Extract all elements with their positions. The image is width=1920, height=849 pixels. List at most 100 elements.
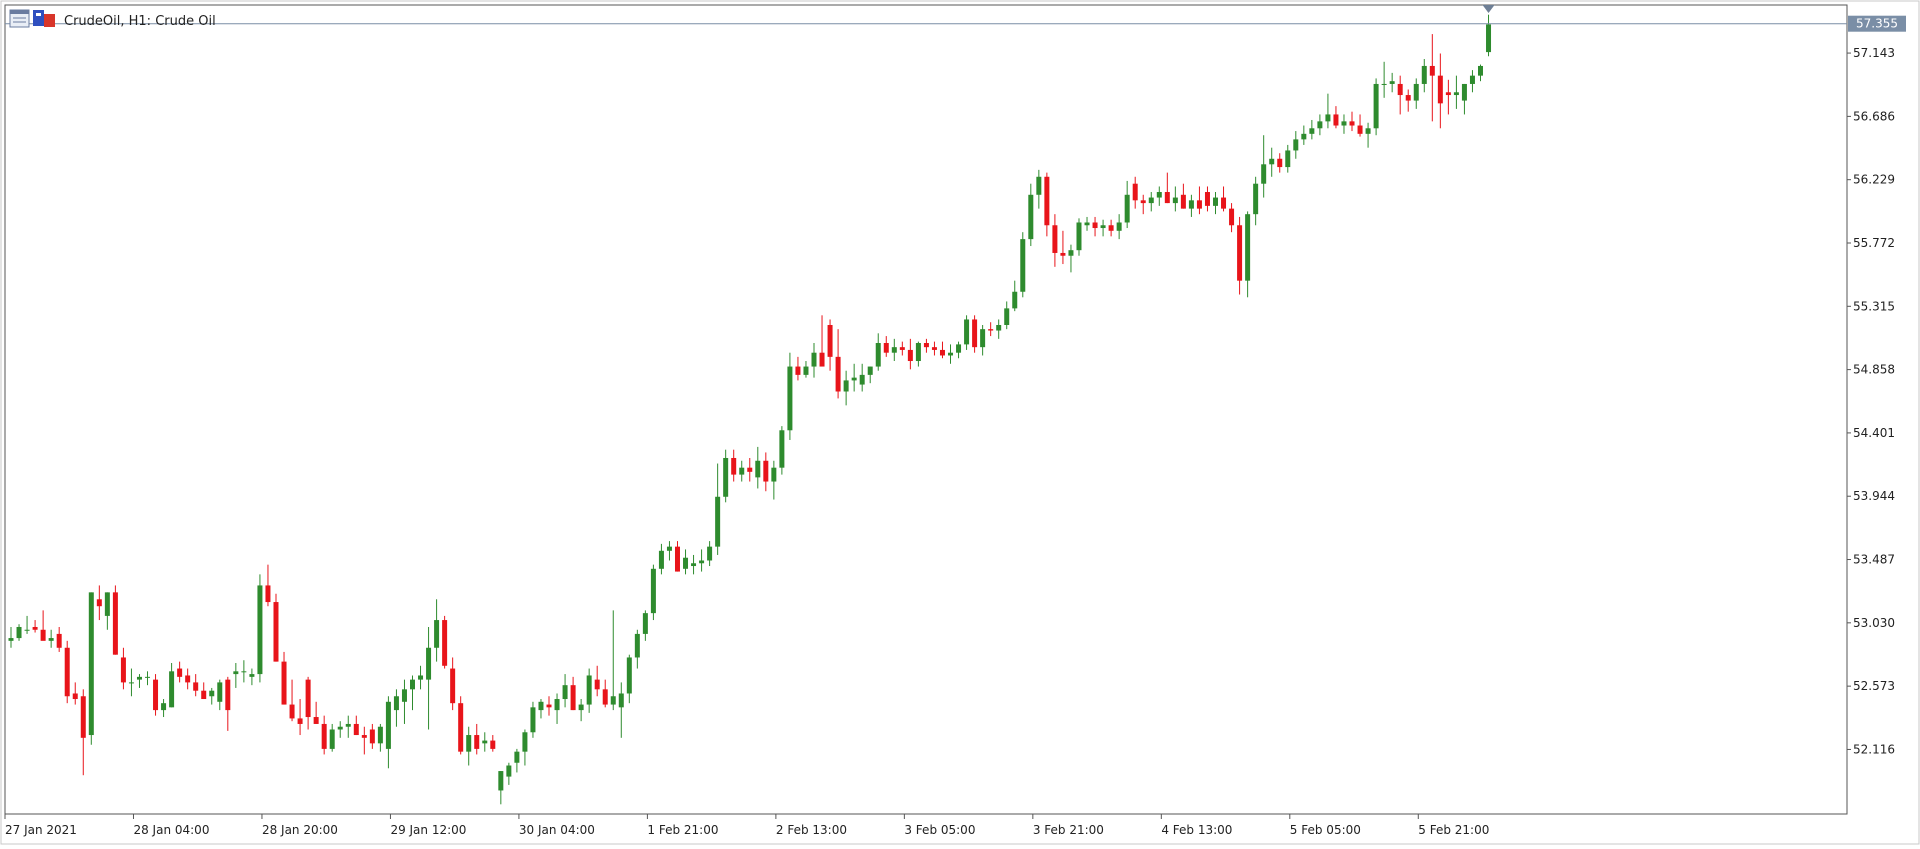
y-tick-label: 53.944 <box>1853 489 1895 503</box>
candle-body <box>1060 252 1066 256</box>
candle-18 <box>153 674 159 716</box>
candle-body <box>747 467 753 472</box>
candle-body <box>474 735 480 749</box>
candle-body <box>345 723 351 727</box>
candle-body <box>185 675 191 683</box>
candle-body <box>48 638 54 641</box>
candle-body <box>1477 65 1483 76</box>
x-tick-label: 2 Feb 13:00 <box>776 823 847 837</box>
candle-body <box>602 689 608 705</box>
candle-body <box>257 585 263 675</box>
candle-body <box>434 620 440 648</box>
candle-body <box>851 377 857 381</box>
candle-body <box>305 679 311 718</box>
y-tick-label: 57.143 <box>1853 46 1895 60</box>
candle-body <box>361 735 367 738</box>
candle-body <box>297 718 303 724</box>
candle-body <box>1365 128 1371 134</box>
candle-body <box>393 696 399 711</box>
candle-body <box>1397 83 1403 96</box>
candle-body <box>458 703 464 752</box>
candle-body <box>1253 183 1259 215</box>
candle-body <box>385 701 391 749</box>
candle-body <box>763 460 769 482</box>
candle-body <box>506 765 512 777</box>
candle-body <box>948 352 954 356</box>
chart-window[interactable]: 57.143 56.686 56.229 55.772 55.315 54.858 54.4… <box>0 0 1920 845</box>
candle-body <box>795 366 801 375</box>
candle-body <box>1486 24 1492 53</box>
chart-window-icon[interactable] <box>9 9 30 28</box>
candle-body <box>1453 92 1459 96</box>
candle-80 <box>650 564 656 621</box>
candle-body <box>1357 125 1363 134</box>
candle-body <box>1172 197 1178 204</box>
candle-body <box>1429 65 1435 76</box>
candle-body <box>1020 239 1026 292</box>
candle-body <box>466 735 472 752</box>
candle-body <box>80 696 86 738</box>
candle-body <box>153 679 159 711</box>
candle-body <box>1164 192 1170 204</box>
candle-body <box>1028 194 1034 240</box>
candle-body <box>988 329 994 331</box>
candle-body <box>1349 121 1355 126</box>
x-tick-label: 1 Feb 21:00 <box>647 823 718 837</box>
candle-body <box>1293 139 1299 151</box>
candle-body <box>442 620 448 666</box>
x-tick-label: 4 Feb 13:00 <box>1161 823 1232 837</box>
candle-body <box>610 696 616 705</box>
candle-body <box>739 467 745 475</box>
candle-56 <box>458 696 464 755</box>
candle-body <box>56 633 62 648</box>
candle-body <box>1309 128 1315 134</box>
y-tick-label: 56.686 <box>1853 109 1895 123</box>
candle-body <box>1381 83 1387 85</box>
candle-body <box>1156 192 1162 198</box>
candle-body <box>996 324 1002 331</box>
candle-body <box>217 682 223 702</box>
candle-body <box>634 633 640 658</box>
candle-body <box>450 668 456 704</box>
x-tick-label: 28 Jan 04:00 <box>133 823 209 837</box>
candle-body <box>956 344 962 353</box>
candle-body <box>1188 200 1194 209</box>
candle-body <box>120 657 126 683</box>
current-price-tag: 57.355 <box>1848 15 1906 32</box>
candle-body <box>1036 176 1042 195</box>
y-tick-label: 53.487 <box>1853 553 1895 567</box>
candle-body <box>715 496 721 547</box>
candle-body <box>1389 81 1395 84</box>
y-tick-label: 54.401 <box>1853 426 1895 440</box>
candle-body <box>1148 197 1154 204</box>
candle-10 <box>88 592 94 745</box>
candle-body <box>666 546 672 551</box>
candle-body <box>265 585 271 603</box>
candle-body <box>1004 308 1010 325</box>
candle-body <box>554 699 560 711</box>
candle-body <box>1108 225 1114 231</box>
candle-body <box>1445 92 1451 96</box>
candle-body <box>570 685 576 711</box>
candle-133 <box>1076 218 1082 256</box>
candle-body <box>1237 225 1243 281</box>
candle-body <box>803 366 809 375</box>
candle-body <box>321 723 327 749</box>
candle-body <box>843 380 849 392</box>
candle-body <box>1116 222 1122 231</box>
candle-13 <box>112 585 118 655</box>
candle-body <box>377 726 383 744</box>
candle-body <box>281 661 287 705</box>
symbol-label: CrudeOil, H1: Crude Oil <box>64 14 216 29</box>
candle-body <box>980 329 986 348</box>
candle-body <box>128 682 134 684</box>
candle-body <box>1044 176 1050 226</box>
candle-body <box>827 324 833 357</box>
candle-body <box>1261 164 1267 184</box>
candle-body <box>931 347 937 350</box>
candlestick-chart[interactable]: 57.143 56.686 56.229 55.772 55.315 54.858 54.4… <box>0 0 1920 845</box>
candle-body <box>1124 194 1130 223</box>
candle-body <box>787 366 793 431</box>
candle-body <box>72 693 78 700</box>
candle-body <box>707 546 713 561</box>
